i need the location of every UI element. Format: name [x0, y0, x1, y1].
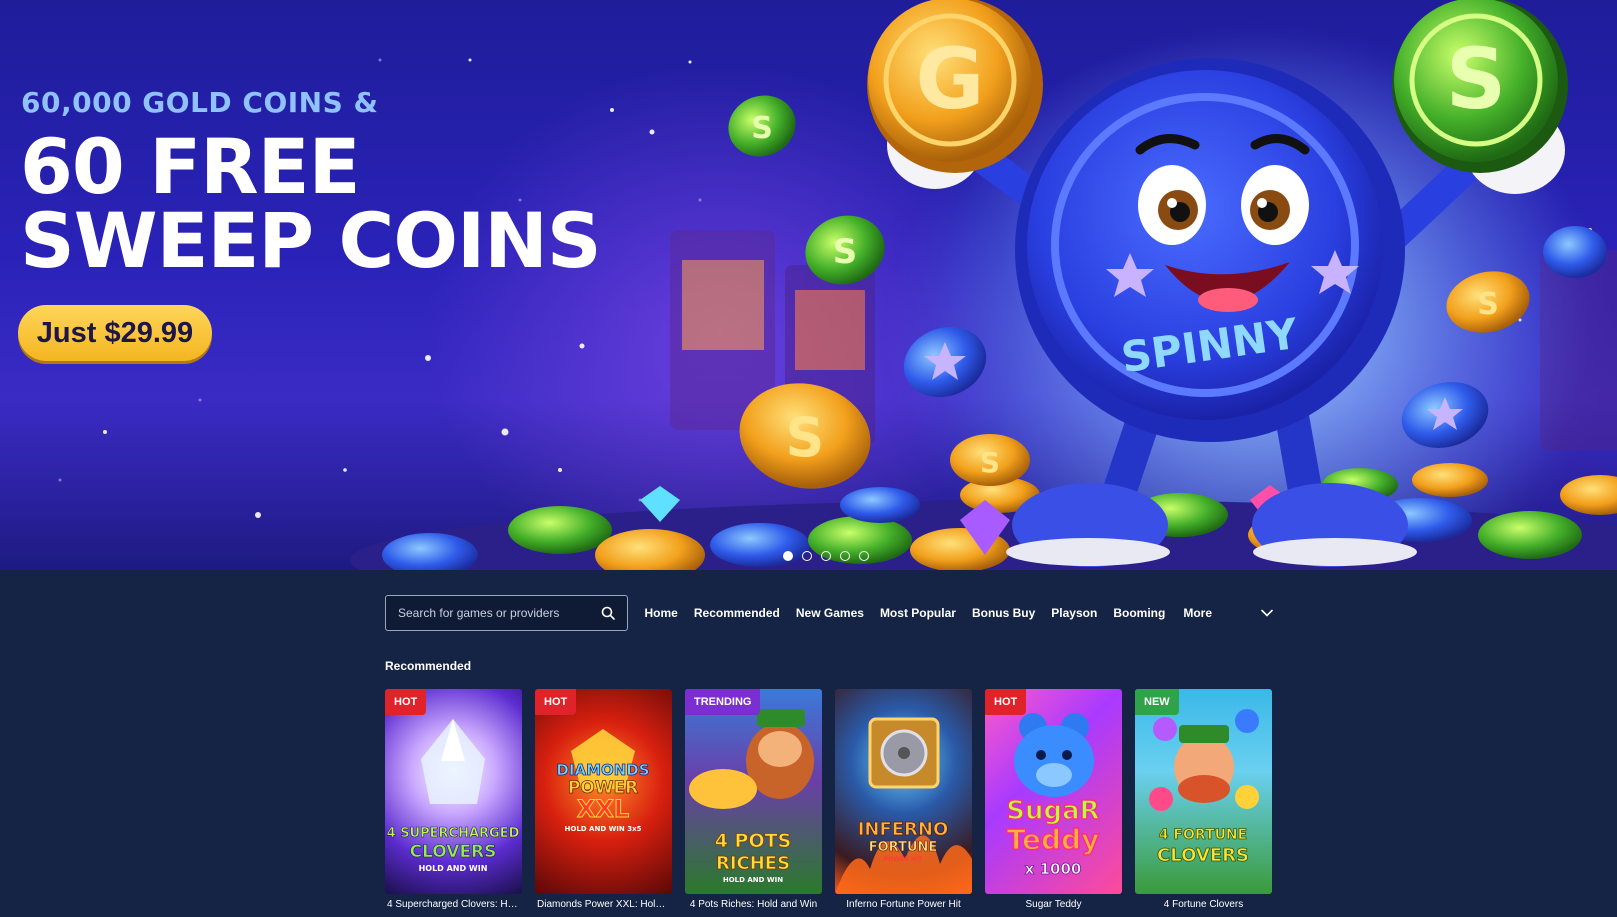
nav-link-most-popular[interactable]: Most Popular — [880, 606, 956, 620]
nav-link-booming[interactable]: Booming — [1113, 606, 1165, 620]
game-art: DIAMONDS POWER XXL HOLD AND WIN 3x5 — [556, 729, 650, 833]
game-card[interactable]: HOT SugaR Teddy x 1000 Sugar Teddy — [985, 689, 1122, 910]
nav-link-playson[interactable]: Playson — [1051, 606, 1097, 620]
game-thumbnail[interactable]: HOT 4 SUPERCHARGED CLOVERS HOLD AND WIN — [385, 689, 522, 894]
carousel-dot-2[interactable] — [802, 551, 812, 561]
game-thumbnail[interactable]: NEW 4 FORTUNE CLOVERS — [1135, 689, 1272, 894]
game-title: Sugar Teddy — [1025, 899, 1082, 910]
search-input[interactable] — [398, 606, 599, 620]
carousel-dots — [783, 551, 869, 561]
game-art: 4 FORTUNE CLOVERS — [1149, 709, 1259, 866]
game-thumbnail[interactable]: TRENDING 4 POTS RICHES HOLD AND WIN — [685, 689, 822, 894]
search-icon[interactable] — [599, 604, 617, 622]
carousel-dot-1[interactable] — [783, 551, 793, 561]
game-card[interactable]: HOT 4 SUPERCHARGED CLOVERS HOLD AND WIN … — [385, 689, 522, 910]
svg-text:HOLD AND WIN: HOLD AND WIN — [723, 876, 783, 884]
game-card[interactable]: HOT DIAMONDS POWER XXL HOLD AND WIN 3x5 … — [535, 689, 672, 910]
search-box — [385, 595, 628, 631]
carousel-dot-3[interactable] — [821, 551, 831, 561]
svg-text:4 FORTUNE: 4 FORTUNE — [1159, 827, 1247, 843]
game-title: Diamonds Power XXL: Hold a... — [537, 899, 672, 910]
svg-text:S: S — [833, 232, 858, 272]
hero-price-button[interactable]: Just $29.99 — [18, 305, 212, 361]
svg-text:DIAMONDS: DIAMONDS — [556, 761, 649, 779]
svg-text:POWER HIT: POWER HIT — [884, 856, 923, 863]
games-navigation: Home Recommended New Games Most Popular … — [385, 595, 1274, 631]
hot-badge: HOT — [535, 689, 577, 715]
svg-text:CLOVERS: CLOVERS — [410, 842, 497, 862]
category-links: Home Recommended New Games Most Popular … — [645, 606, 1274, 620]
hot-badge: HOT — [385, 689, 427, 715]
svg-text:FORTUNE: FORTUNE — [869, 840, 938, 855]
game-title: Inferno Fortune Power Hit — [846, 899, 961, 910]
new-badge: NEW — [1135, 689, 1179, 715]
nav-link-home[interactable]: Home — [645, 606, 678, 620]
game-art: 4 SUPERCHARGED CLOVERS HOLD AND WIN — [386, 719, 520, 873]
svg-text:4 POTS: 4 POTS — [715, 830, 792, 852]
game-title: 4 Pots Riches: Hold and Win — [689, 899, 818, 910]
game-title: 4 Supercharged Clovers: Hol... — [387, 899, 522, 910]
recommended-games-row: HOT 4 SUPERCHARGED CLOVERS HOLD AND WIN … — [385, 689, 1272, 910]
hero-title: 60 FREE SWEEP COINS — [20, 122, 602, 285]
svg-text:XXL: XXL — [577, 795, 629, 823]
svg-text:RICHES: RICHES — [716, 853, 790, 874]
nav-link-recommended[interactable]: Recommended — [694, 606, 780, 620]
svg-text:INFERNO: INFERNO — [858, 819, 949, 840]
trending-badge: TRENDING — [685, 689, 761, 715]
nav-link-new-games[interactable]: New Games — [796, 606, 864, 620]
svg-text:S: S — [786, 406, 825, 469]
game-thumbnail[interactable]: HOT SugaR Teddy x 1000 — [985, 689, 1122, 894]
svg-text:Teddy: Teddy — [1007, 823, 1100, 856]
svg-text:HOLD AND WIN: HOLD AND WIN — [419, 864, 488, 873]
hot-badge: HOT — [985, 689, 1027, 715]
more-label: More — [1183, 606, 1212, 620]
svg-text:SugaR: SugaR — [1006, 796, 1099, 826]
svg-text:x 1000: x 1000 — [1025, 860, 1082, 878]
hero-banner[interactable]: S S S S S SPINNY G S 60,000 GOLD COINS &… — [0, 0, 1617, 570]
svg-text:S: S — [1477, 287, 1499, 322]
game-card[interactable]: TRENDING 4 POTS RICHES HOLD AND WIN 4 Po… — [685, 689, 822, 910]
hero-subtitle: 60,000 GOLD COINS & — [21, 86, 379, 119]
game-art: SugaR Teddy x 1000 — [1006, 713, 1100, 878]
svg-text:S: S — [751, 111, 773, 146]
svg-text:4 SUPERCHARGED: 4 SUPERCHARGED — [387, 826, 520, 841]
more-dropdown[interactable]: More — [1183, 606, 1274, 620]
svg-text:CLOVERS: CLOVERS — [1157, 845, 1249, 866]
game-art: INFERNO FORTUNE POWER HIT — [835, 717, 972, 894]
game-card[interactable]: INFERNO FORTUNE POWER HIT Inferno Fortun… — [835, 689, 972, 910]
sweep-coin-letter: S — [1446, 30, 1507, 128]
game-card[interactable]: NEW 4 FORTUNE CLOVERS 4 Fortune Clovers — [1135, 689, 1272, 910]
chevron-down-icon — [1260, 606, 1274, 620]
game-thumbnail[interactable]: HOT DIAMONDS POWER XXL HOLD AND WIN 3x5 — [535, 689, 672, 894]
carousel-dot-5[interactable] — [859, 551, 869, 561]
game-art: 4 POTS RICHES HOLD AND WIN — [689, 709, 814, 884]
carousel-dot-4[interactable] — [840, 551, 850, 561]
section-title-recommended: Recommended — [385, 659, 472, 673]
game-thumbnail[interactable]: INFERNO FORTUNE POWER HIT — [835, 689, 972, 894]
nav-link-bonus-buy[interactable]: Bonus Buy — [972, 606, 1035, 620]
gold-coin-letter: G — [916, 30, 985, 128]
game-title: 4 Fortune Clovers — [1163, 899, 1244, 910]
svg-text:S: S — [980, 446, 1000, 479]
svg-text:HOLD AND WIN 3x5: HOLD AND WIN 3x5 — [565, 825, 642, 833]
